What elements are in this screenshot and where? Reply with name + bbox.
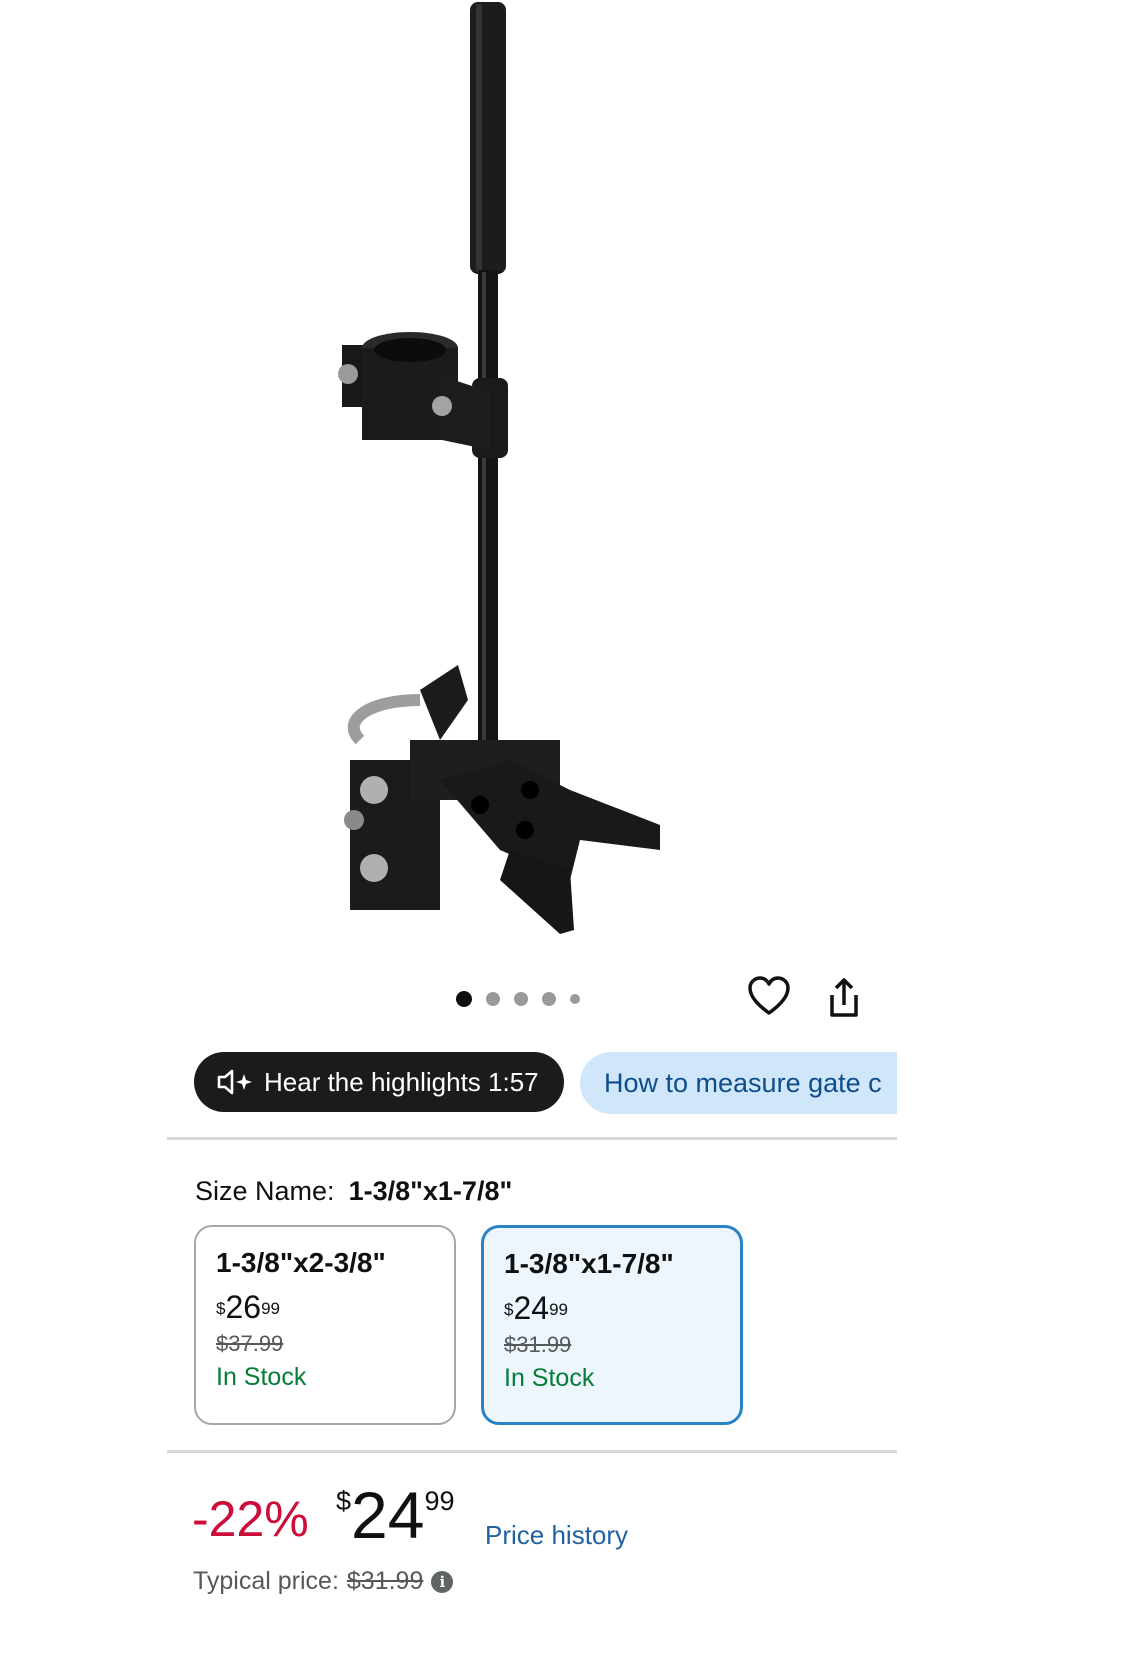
how-to-measure-label: How to measure gate c	[604, 1067, 882, 1098]
measure-pill-viewport: How to measure gate c	[580, 1052, 897, 1114]
speaker-sparkle-icon	[217, 1069, 252, 1095]
info-icon[interactable]: i	[431, 1570, 454, 1593]
divider	[167, 1137, 897, 1140]
carousel-dot-4[interactable]	[542, 992, 556, 1006]
size-name-selected: 1-3/8"x1-7/8"	[348, 1176, 513, 1206]
typical-price: Typical price: $31.99 i	[193, 1567, 454, 1596]
size-option-title: 1-3/8"x1-7/8"	[504, 1248, 674, 1279]
size-name-label: Size Name: 1-3/8"x1-7/8"	[195, 1176, 512, 1207]
typical-price-value: $31.99	[346, 1567, 424, 1595]
price-history-link[interactable]: Price history	[485, 1520, 628, 1551]
divider	[167, 1450, 897, 1453]
size-option-1-3-8x1-7-8[interactable]: 1-3/8"x1-7/8" $2499 $31.99 In Stock	[481, 1225, 743, 1425]
discount-percent: -22%	[192, 1491, 309, 1547]
carousel-dot-2[interactable]	[486, 992, 500, 1006]
hear-highlights-button[interactable]: Hear the highlights 1:57	[194, 1052, 564, 1112]
hear-highlights-label: Hear the highlights 1:57	[264, 1066, 539, 1097]
carousel-dot-3[interactable]	[514, 992, 528, 1006]
image-carousel-dots[interactable]	[456, 984, 580, 1014]
product-page: Hear the highlights 1:57 How to measure …	[0, 0, 1133, 1679]
carousel-dot-1[interactable]	[456, 991, 472, 1007]
current-price: $2499	[336, 1478, 455, 1552]
size-option-list-price: $37.99	[216, 1331, 284, 1356]
size-option-price: $2499	[504, 1290, 568, 1326]
size-option-title: 1-3/8"x2-3/8"	[216, 1247, 386, 1278]
share-icon[interactable]	[822, 975, 866, 1019]
size-option-stock: In Stock	[504, 1364, 595, 1392]
product-image[interactable]	[330, 0, 730, 940]
size-option-list-price: $31.99	[504, 1332, 572, 1357]
carousel-dot-5[interactable]	[570, 994, 580, 1004]
typical-price-label: Typical price:	[193, 1567, 339, 1595]
heart-icon[interactable]	[747, 975, 791, 1019]
how-to-measure-button[interactable]: How to measure gate c	[580, 1052, 897, 1114]
size-name-title: Size Name:	[195, 1176, 335, 1206]
size-option-stock: In Stock	[216, 1363, 307, 1391]
size-option-price: $2699	[216, 1289, 280, 1325]
size-option-1-3-8x2-3-8[interactable]: 1-3/8"x2-3/8" $2699 $37.99 In Stock	[194, 1225, 456, 1425]
